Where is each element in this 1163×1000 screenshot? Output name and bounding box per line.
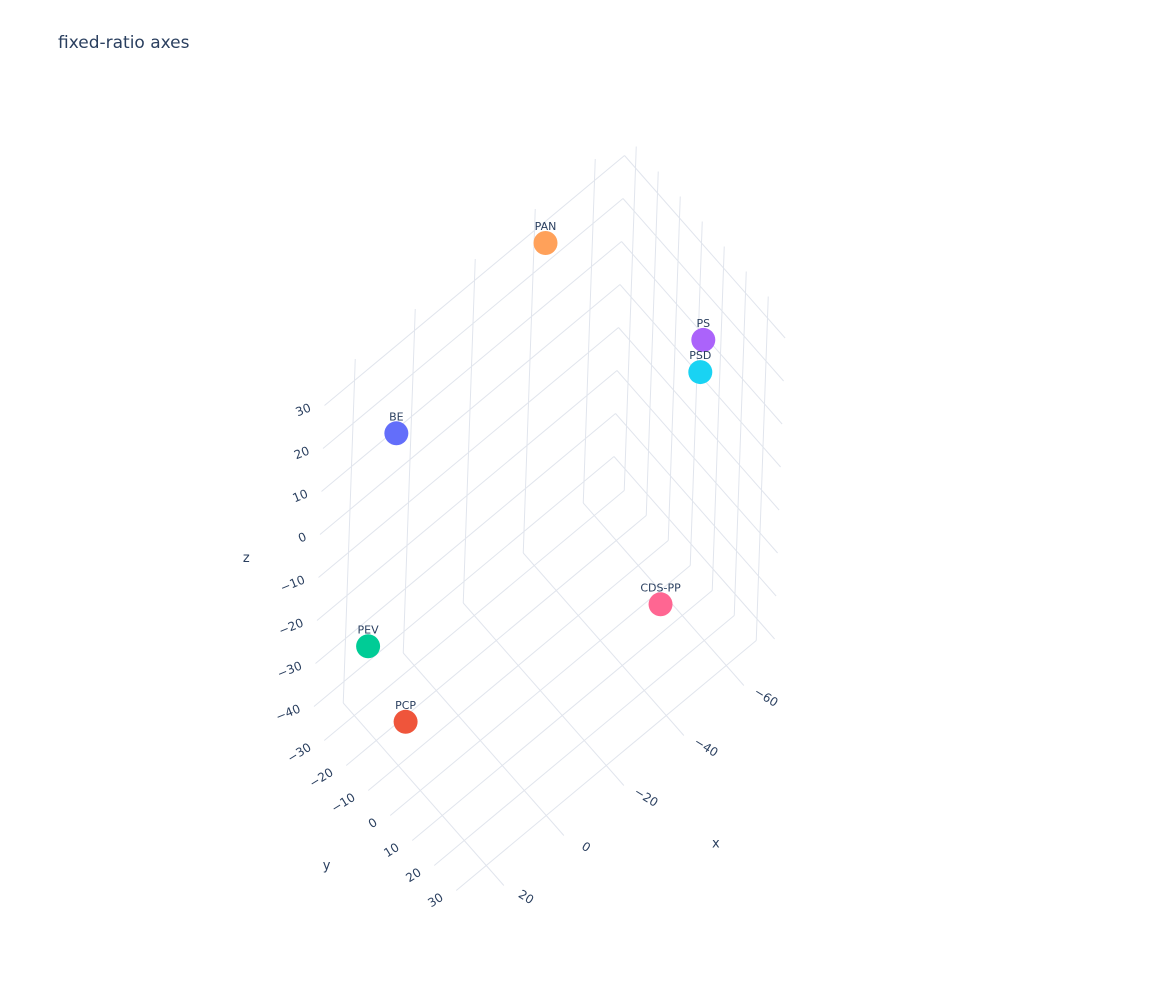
data-point-label: PS: [696, 317, 710, 330]
z-tick-label: 10: [291, 487, 310, 506]
gridline: [615, 413, 777, 597]
gridline: [623, 146, 637, 491]
y-tick-label: −20: [307, 765, 336, 790]
x-tick-label: 0: [579, 839, 593, 855]
z-tick-label: −10: [278, 573, 307, 595]
data-point-psd[interactable]: [688, 360, 713, 385]
x-tick-label: −60: [752, 684, 781, 709]
gridline: [367, 540, 669, 791]
data-point-label: BE: [389, 410, 404, 423]
y-tick-label: −10: [329, 790, 358, 815]
gridline: [323, 490, 625, 741]
gridline: [411, 590, 713, 841]
x-axis-title: x: [712, 837, 720, 852]
data-point-label: PEV: [358, 623, 380, 636]
z-tick-label: 0: [296, 530, 308, 546]
gridline: [342, 358, 356, 704]
gridline: [522, 208, 536, 554]
data-point-pcp[interactable]: [393, 709, 418, 734]
x-tick-label: 20: [516, 887, 536, 907]
gridline: [616, 370, 778, 554]
gridline: [645, 171, 659, 516]
data-point-cds-pp[interactable]: [648, 592, 673, 617]
gridline: [318, 327, 619, 578]
gridline: [733, 271, 747, 616]
gridline: [711, 246, 725, 591]
z-axis-title: z: [243, 551, 250, 566]
gridline: [433, 615, 735, 866]
gridline: [613, 456, 775, 640]
gridline: [402, 308, 416, 654]
gridline: [322, 198, 624, 449]
gridline: [313, 456, 615, 707]
data-point-be[interactable]: [384, 421, 409, 446]
gridline: [689, 221, 703, 566]
gridline: [324, 155, 625, 406]
data-point-pan[interactable]: [533, 231, 558, 255]
point-layer[interactable]: PS PSD CDS-PP PAN BE PEV PCP: [356, 220, 716, 734]
data-point-label: CDS-PP: [640, 581, 681, 594]
data-point-label: PCP: [395, 699, 416, 712]
z-tick-label: −40: [274, 702, 303, 724]
y-tick-label: 20: [403, 865, 423, 885]
gridline: [402, 652, 565, 836]
gridline: [319, 284, 621, 535]
tick-layer: −60−40−20020−30−20−100102030−40−30−20−10…: [274, 401, 781, 911]
gridline: [462, 602, 625, 786]
data-point-pev[interactable]: [356, 634, 381, 659]
gridline: [389, 565, 691, 816]
gridline: [624, 155, 786, 339]
gridline: [345, 515, 647, 766]
gridline: [316, 370, 618, 621]
data-point-label: PAN: [535, 220, 557, 233]
gridline: [321, 241, 622, 492]
gridline: [455, 640, 757, 891]
z-tick-label: 20: [292, 444, 311, 463]
y-tick-label: 0: [366, 815, 380, 831]
z-tick-label: −20: [277, 616, 306, 638]
y-axis-title: y: [323, 858, 331, 873]
gridline: [462, 258, 476, 604]
scatter3d-plot[interactable]: −60−40−20020−30−20−100102030−40−30−20−10…: [0, 0, 1163, 1000]
y-tick-label: 30: [425, 890, 445, 910]
axis-title-layer: x y z: [243, 551, 720, 873]
y-tick-label: 10: [381, 840, 401, 860]
x-tick-label: −40: [692, 734, 721, 759]
z-tick-label: 30: [294, 401, 313, 420]
gridline: [755, 296, 769, 641]
y-tick-label: −30: [285, 740, 314, 765]
z-tick-label: −30: [275, 659, 304, 681]
gridline: [667, 196, 681, 541]
data-point-label: PSD: [689, 349, 711, 362]
x-tick-label: −20: [632, 784, 661, 809]
grid-layer: [313, 146, 786, 891]
gridline: [582, 158, 596, 504]
gridline: [342, 702, 505, 886]
